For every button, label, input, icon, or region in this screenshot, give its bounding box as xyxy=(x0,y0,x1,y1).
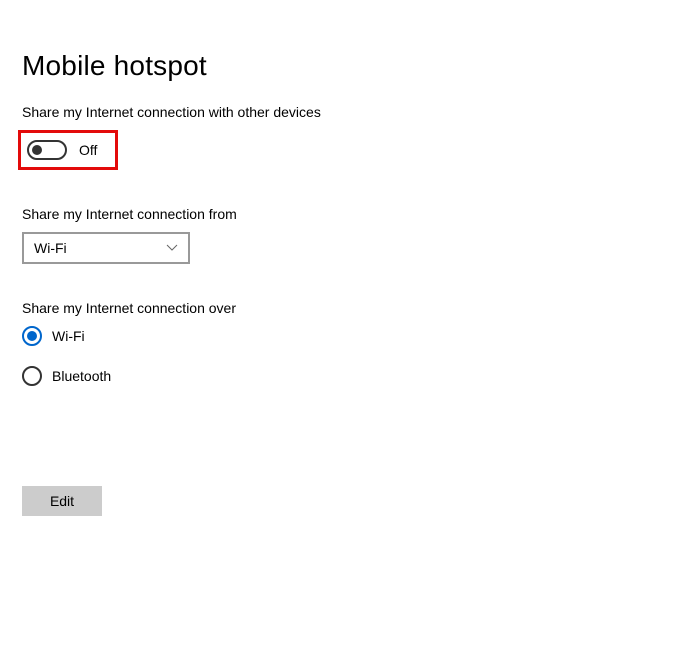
share-over-label: Share my Internet connection over xyxy=(22,300,678,316)
radio-label: Wi-Fi xyxy=(52,328,85,344)
highlight-annotation: Off xyxy=(18,130,118,170)
radio-dot xyxy=(27,331,37,341)
radio-option-wifi[interactable]: Wi-Fi xyxy=(22,326,678,346)
radio-circle-icon xyxy=(22,366,42,386)
toggle-knob xyxy=(32,145,42,155)
radio-option-bluetooth[interactable]: Bluetooth xyxy=(22,366,678,386)
dropdown-selected-value: Wi-Fi xyxy=(34,240,67,256)
radio-label: Bluetooth xyxy=(52,368,111,384)
page-title: Mobile hotspot xyxy=(22,50,678,82)
radio-circle-icon xyxy=(22,326,42,346)
hotspot-toggle[interactable] xyxy=(27,140,67,160)
share-over-radio-group: Wi-Fi Bluetooth xyxy=(22,326,678,386)
share-from-label: Share my Internet connection from xyxy=(22,206,678,222)
edit-button[interactable]: Edit xyxy=(22,486,102,516)
share-from-dropdown[interactable]: Wi-Fi xyxy=(22,232,190,264)
share-connection-label: Share my Internet connection with other … xyxy=(22,104,678,120)
chevron-down-icon xyxy=(166,242,178,254)
toggle-state-label: Off xyxy=(79,142,97,158)
